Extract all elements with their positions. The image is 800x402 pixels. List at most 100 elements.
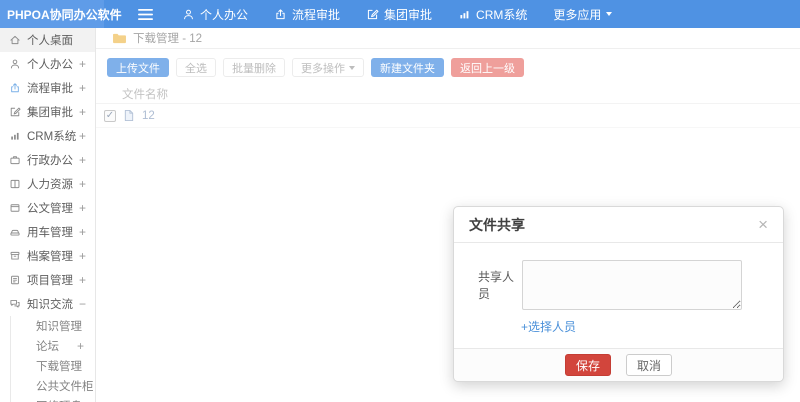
file-icon xyxy=(124,109,134,122)
user-icon xyxy=(10,59,20,69)
expand-plus-icon[interactable]: + xyxy=(79,129,86,143)
dialog-body: 共享人员 +选择人员 xyxy=(454,243,783,348)
nav-menu: 个人办公 流程审批 集团审批 CRM系统 更多应用 xyxy=(169,0,625,28)
app-logo[interactable]: PHPOA协同办公软件 xyxy=(0,0,122,28)
sidebar-subitem-label: 下载管理 xyxy=(36,361,82,373)
sidebar-item-label: 公文管理 xyxy=(27,203,73,215)
nav-item-crm[interactable]: CRM系统 xyxy=(445,0,540,28)
close-icon[interactable]: × xyxy=(758,216,768,233)
expand-plus-icon[interactable]: + xyxy=(79,249,86,263)
share-people-input[interactable] xyxy=(522,260,742,310)
file-table-header: 文件名称 xyxy=(96,85,800,104)
sidebar-item-workflow-approval[interactable]: 流程审批 + xyxy=(0,76,95,100)
expand-plus-icon[interactable]: + xyxy=(79,81,86,95)
sidebar: 个人桌面 个人办公 + 流程审批 + 集团审批 + CRM系统 + 行政办公 + xyxy=(0,28,96,402)
sidebar-item-vehicle-mgmt[interactable]: 用车管理 + xyxy=(0,220,95,244)
edit-icon xyxy=(367,9,379,19)
toolbar: 上传文件 全选 批量删除 更多操作 新建文件夹 返回上一级 xyxy=(96,49,800,85)
share-icon xyxy=(276,8,285,19)
expand-plus-icon[interactable]: + xyxy=(77,339,84,353)
hamburger-menu-icon[interactable] xyxy=(138,8,153,20)
sidebar-item-admin-office[interactable]: 行政办公 + xyxy=(0,148,95,172)
save-button[interactable]: 保存 xyxy=(564,354,611,376)
row-checkbox[interactable] xyxy=(104,109,116,122)
nav-item-more-apps[interactable]: 更多应用 xyxy=(540,0,625,28)
chat-icon xyxy=(10,300,20,308)
breadcrumb: 下载管理 - 12 xyxy=(96,28,800,49)
upload-file-button[interactable]: 上传文件 xyxy=(107,58,169,77)
car-icon xyxy=(10,229,20,236)
sidebar-item-personal-desktop[interactable]: 个人桌面 xyxy=(0,28,95,52)
sidebar-subitem-public-file-cabinet[interactable]: 公共文件柜 xyxy=(11,376,95,396)
chevron-down-icon xyxy=(606,12,613,16)
sidebar-item-archive-mgmt[interactable]: 档案管理 + xyxy=(0,244,95,268)
chart-icon xyxy=(11,132,19,140)
sidebar-item-label: 项目管理 xyxy=(27,275,73,287)
collapse-minus-icon[interactable]: − xyxy=(79,297,86,311)
nav-item-personal-office[interactable]: 个人办公 xyxy=(169,0,261,28)
sidebar-item-label: 流程审批 xyxy=(27,83,73,95)
cancel-button[interactable]: 取消 xyxy=(626,354,673,376)
sidebar-item-label: 档案管理 xyxy=(27,251,73,263)
sidebar-item-crm[interactable]: CRM系统 + xyxy=(0,124,95,148)
sidebar-item-label: 个人桌面 xyxy=(27,35,73,47)
breadcrumb-text: 下载管理 - 12 xyxy=(133,33,203,45)
chart-icon xyxy=(460,10,469,18)
batch-delete-button[interactable]: 批量删除 xyxy=(223,58,285,77)
expand-plus-icon[interactable]: + xyxy=(79,153,86,167)
select-all-button[interactable]: 全选 xyxy=(176,58,216,77)
nav-item-label: 个人办公 xyxy=(200,7,249,22)
sidebar-item-label: 行政办公 xyxy=(27,155,73,167)
sidebar-item-personal-office[interactable]: 个人办公 + xyxy=(0,52,95,76)
file-share-dialog: 文件共享 × 共享人员 +选择人员 保存 取消 xyxy=(453,206,784,382)
back-button[interactable]: 返回上一级 xyxy=(451,58,524,77)
sidebar-subitem-download-mgmt[interactable]: 下载管理 xyxy=(11,356,95,376)
nav-item-workflow-approval[interactable]: 流程审批 xyxy=(261,0,353,28)
nav-item-label: CRM系统 xyxy=(476,7,528,22)
expand-plus-icon[interactable]: + xyxy=(79,273,86,287)
archive-icon xyxy=(10,251,20,260)
new-folder-button[interactable]: 新建文件夹 xyxy=(371,58,444,77)
nav-item-group-approval[interactable]: 集团审批 xyxy=(353,0,445,28)
nav-item-label: 更多应用 xyxy=(553,7,602,22)
sidebar-item-label: CRM系统 xyxy=(27,131,77,143)
share-icon xyxy=(11,83,19,93)
dialog-title: 文件共享 xyxy=(469,216,525,233)
knowledge-exchange-submenu: 知识管理 论坛 + 下载管理 公共文件柜 网络硬盘 xyxy=(10,316,95,402)
expand-plus-icon[interactable]: + xyxy=(79,201,86,215)
table-row[interactable]: 12 xyxy=(96,104,800,128)
sidebar-subitem-label: 知识管理 xyxy=(36,321,82,333)
file-name[interactable]: 12 xyxy=(142,110,155,122)
sidebar-subitem-knowledge-mgmt[interactable]: 知识管理 xyxy=(11,316,95,336)
more-actions-button[interactable]: 更多操作 xyxy=(292,58,364,77)
expand-plus-icon[interactable]: + xyxy=(79,177,86,191)
file-name-column-header: 文件名称 xyxy=(122,89,168,101)
expand-plus-icon[interactable]: + xyxy=(79,225,86,239)
expand-plus-icon[interactable]: + xyxy=(79,57,86,71)
sidebar-item-hr[interactable]: 人力资源 + xyxy=(0,172,95,196)
sidebar-subitem-label: 网络硬盘 xyxy=(36,398,82,402)
sidebar-item-label: 集团审批 xyxy=(27,107,73,119)
sidebar-item-label: 个人办公 xyxy=(27,59,73,71)
folder-icon xyxy=(113,33,126,44)
sidebar-item-label: 用车管理 xyxy=(27,227,73,239)
sidebar-subitem-network-disk[interactable]: 网络硬盘 xyxy=(11,396,95,402)
dialog-footer: 保存 取消 xyxy=(454,348,783,381)
dialog-header: 文件共享 × xyxy=(454,207,783,243)
sidebar-item-knowledge-exchange[interactable]: 知识交流 − xyxy=(0,292,95,316)
sidebar-item-document-mgmt[interactable]: 公文管理 + xyxy=(0,196,95,220)
home-icon xyxy=(10,35,20,45)
user-icon xyxy=(184,9,193,19)
document-icon xyxy=(10,204,20,212)
sidebar-subitem-forum[interactable]: 论坛 + xyxy=(11,336,95,356)
clipboard-icon xyxy=(11,275,19,285)
nav-item-label: 流程审批 xyxy=(292,7,341,22)
top-nav: PHPOA协同办公软件 个人办公 流程审批 集团审批 CRM系统 更多应用 xyxy=(0,0,800,28)
sidebar-item-project-mgmt[interactable]: 项目管理 + xyxy=(0,268,95,292)
sidebar-item-label: 人力资源 xyxy=(27,179,73,191)
expand-plus-icon[interactable]: + xyxy=(79,105,86,119)
sidebar-subitem-label: 公共文件柜 xyxy=(36,381,94,393)
sidebar-subitem-label: 论坛 xyxy=(36,341,59,353)
sidebar-item-group-approval[interactable]: 集团审批 + xyxy=(0,100,95,124)
select-people-link[interactable]: +选择人员 xyxy=(521,318,576,335)
